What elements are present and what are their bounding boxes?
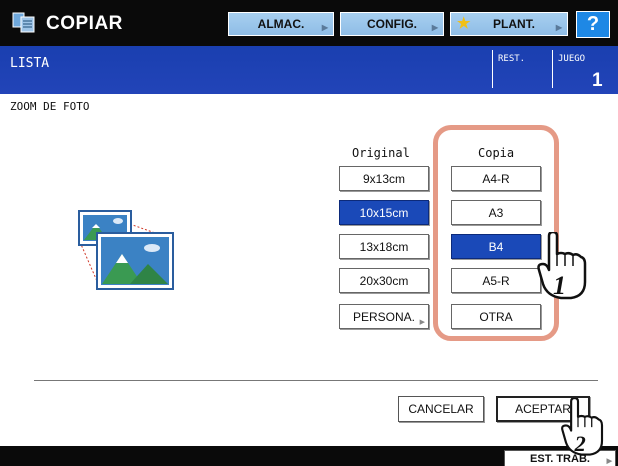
photo-zoom-icon [78, 210, 174, 290]
page-title: ZOOM DE FOTO [10, 100, 90, 113]
original-size-10x15-button[interactable]: 10x15cm [339, 200, 429, 225]
pointing-hand-icon: 2 [561, 398, 604, 456]
config-label: CONFIG. [367, 17, 417, 31]
copia-size-b4-button[interactable]: B4 [451, 234, 541, 259]
copia-size-a3-button[interactable]: A3 [451, 200, 541, 225]
config-button[interactable]: CONFIG. ▶ [340, 12, 444, 36]
copia-size-a4r-button[interactable]: A4-R [451, 166, 541, 191]
chevron-right-icon: ▶ [321, 23, 328, 32]
original-size-custom-button[interactable]: PERSONA. ▶ [339, 304, 429, 329]
help-button[interactable]: ? [576, 11, 610, 38]
app-title: COPIAR [46, 13, 123, 34]
divider [492, 50, 493, 88]
copier-icon [12, 12, 35, 33]
step-2-number: 2 [574, 431, 586, 456]
almac-label: ALMAC. [257, 17, 305, 31]
original-size-13x18-button[interactable]: 13x18cm [339, 234, 429, 259]
original-size-9x13-button[interactable]: 9x13cm [339, 166, 429, 191]
status-message: LISTA [10, 56, 50, 71]
star-icon: ★ [457, 15, 471, 32]
step-1-number: 1 [553, 271, 566, 300]
title-bar: COPIAR ALMAC. ▶ CONFIG. ▶ ★ PLANT. ▶ ? [0, 0, 618, 46]
plant-button[interactable]: ★ PLANT. ▶ [450, 12, 568, 36]
copia-size-a5r-button[interactable]: A5-R [451, 268, 541, 293]
chevron-right-icon: ▶ [419, 319, 425, 326]
pointing-hand-icon: 1 [537, 232, 587, 300]
almac-button[interactable]: ALMAC. ▶ [228, 12, 334, 36]
divider [552, 50, 553, 88]
chevron-right-icon: ▶ [606, 458, 612, 465]
juego-count: 1 [592, 70, 603, 91]
cancel-button[interactable]: CANCELAR [398, 396, 484, 422]
original-size-custom-label: PERSONA. [352, 309, 415, 324]
divider [34, 380, 598, 381]
original-column-header: Original [352, 146, 410, 160]
chevron-right-icon: ▶ [555, 23, 562, 32]
juego-label: JUEGO [558, 54, 586, 64]
copia-size-otra-button[interactable]: OTRA [451, 304, 541, 329]
plant-label: PLANT. [493, 17, 535, 31]
original-size-20x30-button[interactable]: 20x30cm [339, 268, 429, 293]
rest-label: REST. [498, 54, 526, 64]
status-bar: LISTA REST. JUEGO 1 [0, 46, 618, 94]
chevron-right-icon: ▶ [431, 23, 438, 32]
